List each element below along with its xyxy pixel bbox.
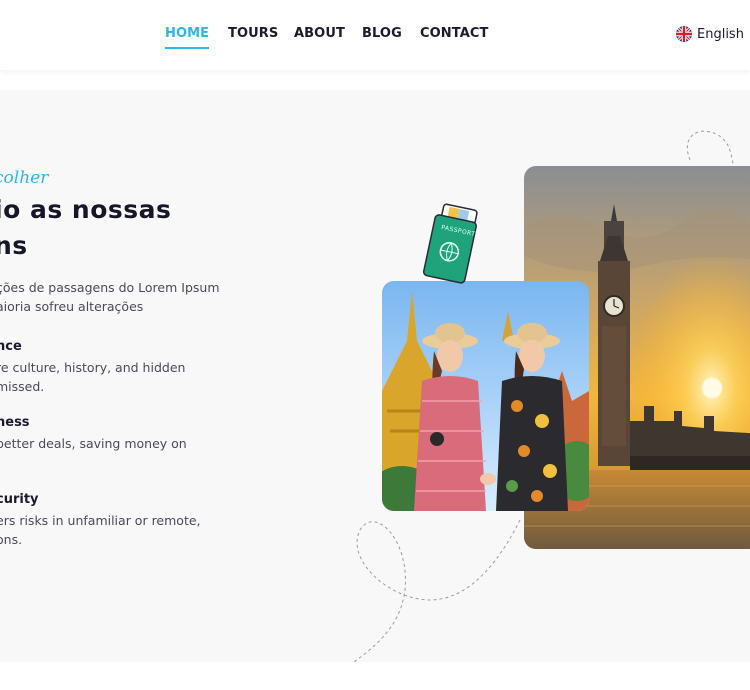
- hero-eyebrow: colher: [0, 168, 49, 188]
- nav-contact[interactable]: CONTACT: [420, 26, 489, 41]
- feature-title: curity: [0, 492, 39, 507]
- feature-text: re culture, history, and hidden missed.: [0, 358, 185, 396]
- feature-title: ness: [0, 415, 30, 430]
- hero-title: io as nossas ns: [0, 192, 171, 264]
- feature-text-line1: re culture, history, and hidden: [0, 360, 186, 375]
- feature-text: better deals, saving money on: [0, 434, 187, 453]
- travelers-photo: [382, 281, 589, 511]
- passport-illustration: PASSPORT: [418, 202, 484, 286]
- uk-flag-icon: [676, 26, 692, 42]
- language-label: English: [697, 26, 744, 42]
- feature-item: nce re culture, history, and hidden miss…: [0, 338, 185, 396]
- hero-section: colher io as nossas ns ções de passagens…: [0, 90, 750, 662]
- feature-item: ness better deals, saving money on: [0, 414, 187, 453]
- feature-text-line2: missed.: [0, 379, 45, 394]
- hero-title-line2: ns: [0, 231, 28, 260]
- nav-home[interactable]: HOME: [165, 26, 210, 49]
- hero-title-line1: io as nossas: [0, 195, 172, 224]
- feature-text-line2: ons.: [0, 532, 23, 547]
- hero-description-line1: ções de passagens do Lorem Ipsum: [0, 280, 220, 295]
- hero-description-line2: aioria sofreu alterações: [0, 299, 144, 314]
- site-header: HOME TOURS ABOUT BLOG CONTACT English ▼: [0, 0, 750, 70]
- nav-blog[interactable]: BLOG: [362, 26, 402, 41]
- nav-tours[interactable]: TOURS: [228, 26, 278, 41]
- feature-title: nce: [0, 339, 22, 354]
- hero-description: ções de passagens do Lorem Ipsum aioria …: [0, 278, 220, 316]
- nav-about[interactable]: ABOUT: [294, 26, 345, 41]
- feature-text-line1: better deals, saving money on: [0, 436, 187, 451]
- feature-item: curity ers risks in unfamiliar or remote…: [0, 491, 201, 549]
- feature-text-line1: ers risks in unfamiliar or remote,: [0, 513, 201, 528]
- language-selector[interactable]: English ▼: [676, 26, 750, 42]
- feature-text: ers risks in unfamiliar or remote, ons.: [0, 511, 201, 549]
